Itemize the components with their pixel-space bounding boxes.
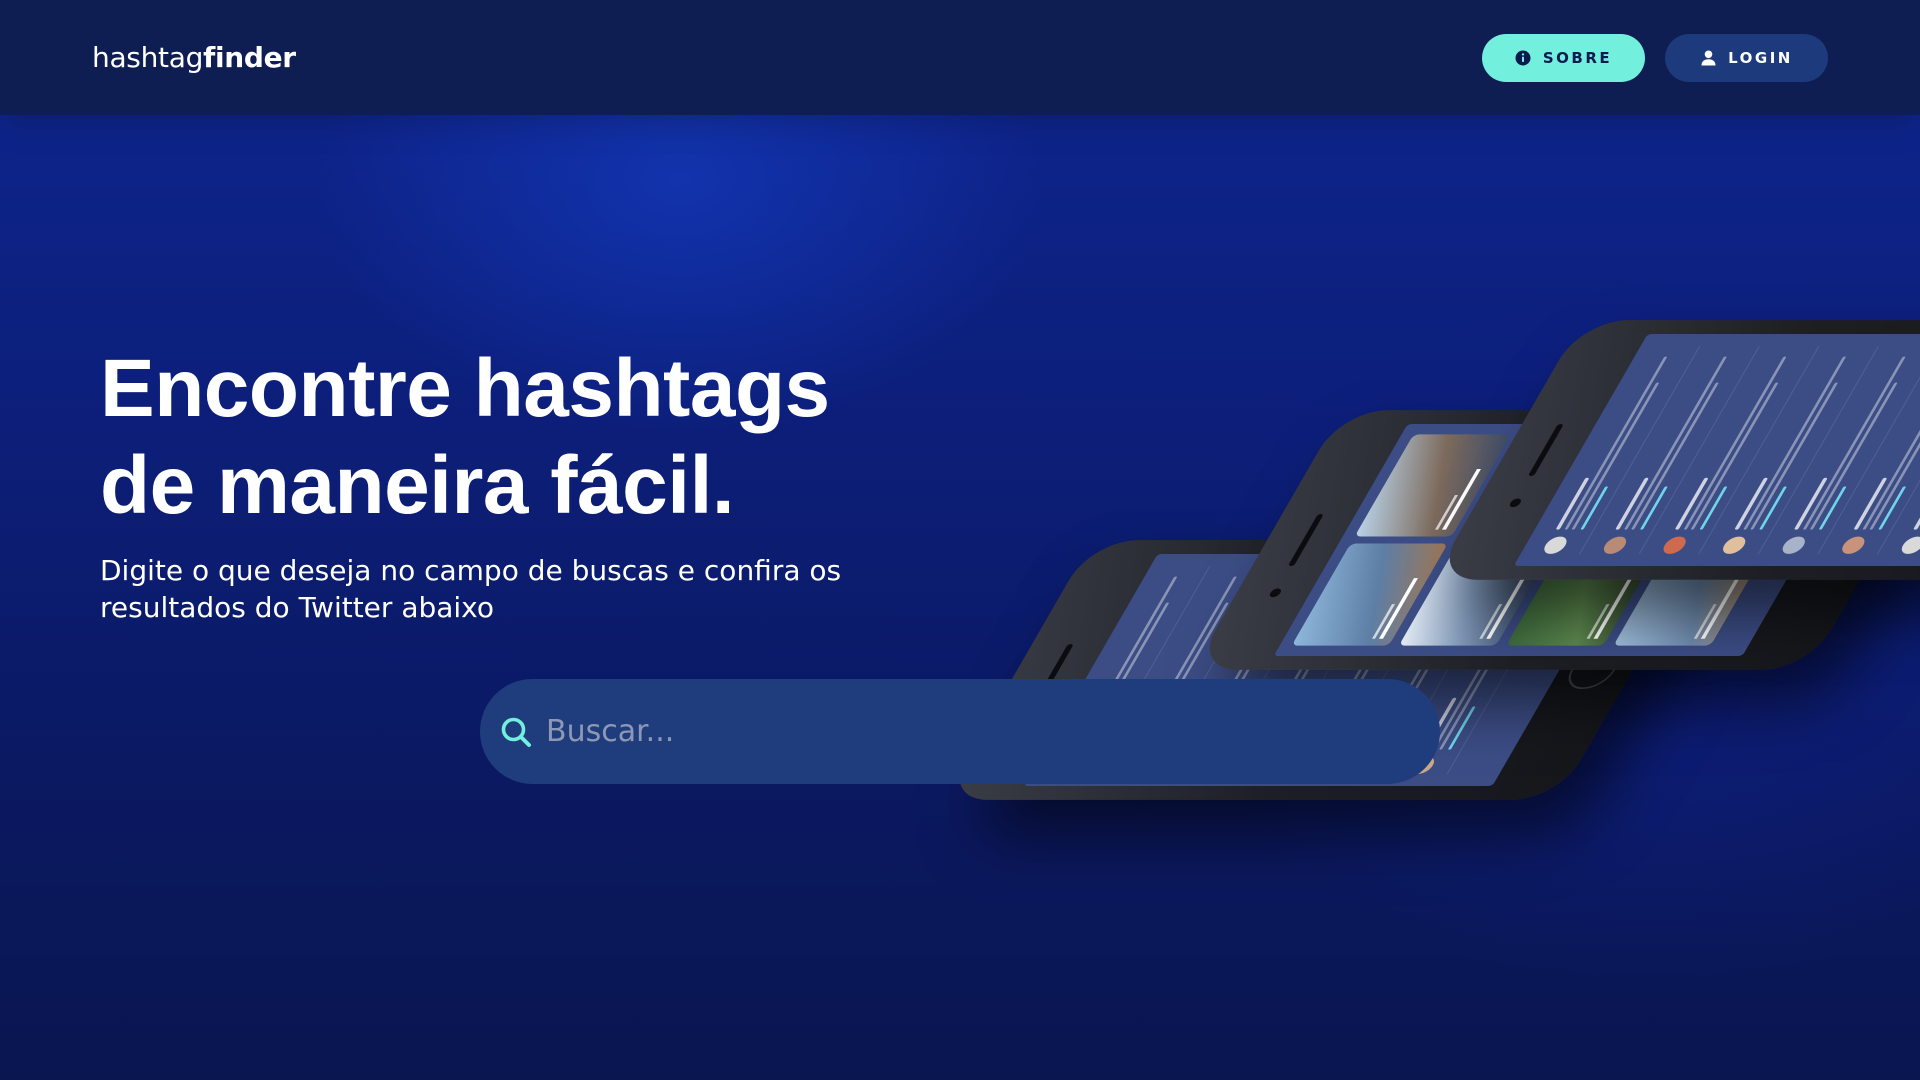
search-input[interactable] xyxy=(544,701,1440,762)
phone-mockups-illustration xyxy=(0,0,1920,1080)
user-icon xyxy=(1700,50,1716,66)
hero-subtitle-line-1: Digite o que deseja no campo de buscas e… xyxy=(100,554,842,587)
hero-title-line-2: de maneira fácil. xyxy=(100,440,735,531)
logo-bold-text: finder xyxy=(203,41,296,74)
phone-mockup-gallery xyxy=(1192,410,1920,670)
hero-title-line-1: Encontre hashtags xyxy=(100,343,830,434)
search-bar[interactable] xyxy=(480,679,1440,784)
hero-title: Encontre hashtags de maneira fácil. xyxy=(100,340,960,534)
logo[interactable]: hashtagfinder xyxy=(92,40,296,76)
hero-subtitle: Digite o que deseja no campo de buscas e… xyxy=(100,552,900,626)
logo-light-text: hashtag xyxy=(92,41,204,74)
sobre-button-label: SOBRE xyxy=(1542,49,1613,67)
login-button-label: LOGIN xyxy=(1728,49,1793,67)
search-icon[interactable] xyxy=(498,714,534,750)
hero-subtitle-line-2: resultados do Twitter abaixo xyxy=(100,591,495,624)
login-button[interactable]: LOGIN xyxy=(1665,34,1828,82)
page: hashtagfinder SOBRE LOGIN Encontre hasht… xyxy=(0,0,1920,1080)
sobre-button[interactable]: SOBRE xyxy=(1482,34,1645,82)
info-icon xyxy=(1515,50,1531,66)
top-navbar: hashtagfinder SOBRE LOGIN xyxy=(0,0,1920,115)
phone-mockup-feed-secondary xyxy=(1432,320,1920,580)
